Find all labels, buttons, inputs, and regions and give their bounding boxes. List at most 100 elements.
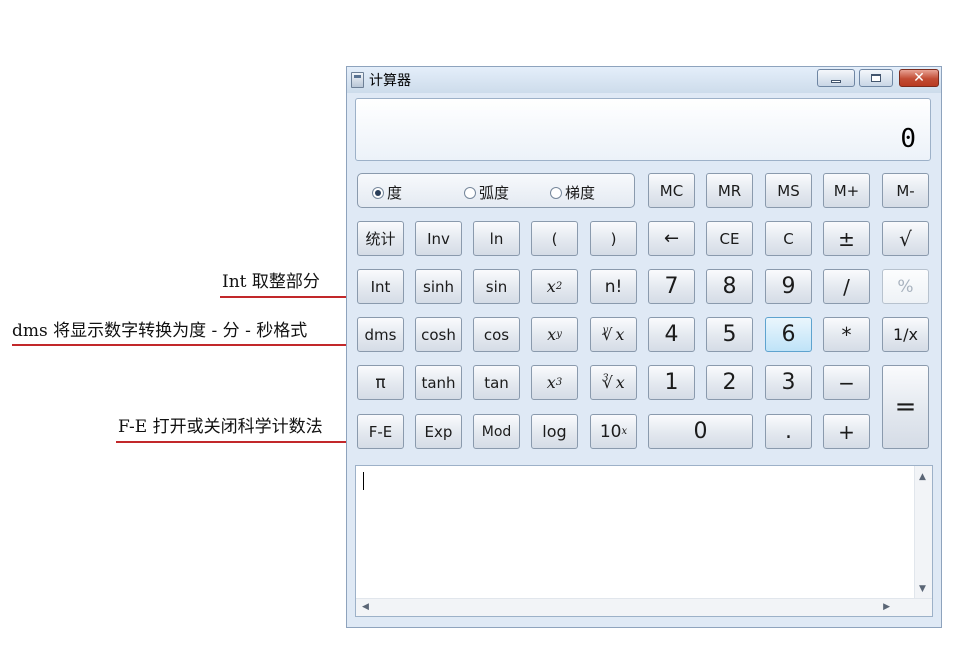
close-button[interactable]: ✕ xyxy=(899,69,939,87)
right-paren-button[interactable]: ) xyxy=(590,221,637,256)
backspace-button[interactable]: ← xyxy=(648,221,695,256)
x-power-y-exponent: y xyxy=(556,329,562,340)
mod-button[interactable]: Mod xyxy=(473,414,520,449)
cube-root-button[interactable]: 3 √ x xyxy=(590,365,637,400)
radio-radians-label: 弧度 xyxy=(479,184,510,202)
inv-button[interactable]: Inv xyxy=(415,221,462,256)
digit-3-button[interactable]: 3 xyxy=(765,365,812,400)
digit-2-button[interactable]: 2 xyxy=(706,365,753,400)
divide-button[interactable]: / xyxy=(823,269,870,304)
square-root-button[interactable]: √ xyxy=(882,221,929,256)
clear-entry-button[interactable]: CE xyxy=(706,221,753,256)
ten-power-exponent: x xyxy=(621,426,628,437)
radio-radians[interactable]: 弧度 xyxy=(464,182,509,203)
factorial-button[interactable]: n! xyxy=(590,269,637,304)
x-power-y-button[interactable]: xy xyxy=(531,317,578,352)
fe-button[interactable]: F-E xyxy=(357,414,404,449)
digit-4-button[interactable]: 4 xyxy=(648,317,695,352)
radio-degrees-label: 度 xyxy=(387,184,403,202)
y-root-x-button[interactable]: y √ x xyxy=(590,317,637,352)
mr-button[interactable]: MR xyxy=(706,173,753,208)
radio-degrees[interactable]: 度 xyxy=(372,182,402,203)
radio-gradians-label: 梯度 xyxy=(565,184,596,202)
scroll-left-arrow-icon[interactable]: ◀ xyxy=(362,602,369,612)
pi-button[interactable]: π xyxy=(357,365,404,400)
y-root-radicand: x xyxy=(615,325,625,344)
text-caret xyxy=(363,472,364,490)
vertical-scrollbar[interactable]: ▲ ▼ xyxy=(914,466,932,600)
radio-unselected-icon xyxy=(550,186,562,199)
sin-button[interactable]: sin xyxy=(473,269,520,304)
scroll-up-arrow-icon[interactable]: ▲ xyxy=(919,472,926,482)
ms-button[interactable]: MS xyxy=(765,173,812,208)
x-squared-base: x xyxy=(546,277,556,296)
x-power-y-base: x xyxy=(547,325,557,344)
plus-minus-button[interactable]: ± xyxy=(823,221,870,256)
ten-power-base: 10 xyxy=(599,421,622,442)
ln-button[interactable]: ln xyxy=(473,221,520,256)
add-button[interactable]: + xyxy=(823,414,870,449)
angle-mode-group: 度 弧度 梯度 xyxy=(357,173,635,208)
multiply-button[interactable]: * xyxy=(823,317,870,352)
digit-1-button[interactable]: 1 xyxy=(648,365,695,400)
x-squared-button[interactable]: x2 xyxy=(531,269,578,304)
minimize-button[interactable] xyxy=(817,69,855,87)
statistics-button[interactable]: 统计 xyxy=(357,221,404,256)
calculator-app-icon xyxy=(351,72,364,88)
sinh-button[interactable]: sinh xyxy=(415,269,462,304)
x-squared-exponent: 2 xyxy=(555,281,563,292)
subtract-button[interactable]: − xyxy=(823,365,870,400)
dms-button[interactable]: dms xyxy=(357,317,404,352)
radio-selected-icon xyxy=(372,186,384,199)
scroll-right-arrow-icon[interactable]: ▶ xyxy=(883,602,890,612)
annotation-fe: F-E 打开或关闭科学计数法 xyxy=(118,417,323,437)
display-value: 0 xyxy=(900,124,916,154)
close-icon: ✕ xyxy=(913,70,925,86)
clear-button[interactable]: C xyxy=(765,221,812,256)
reciprocal-button[interactable]: 1/x xyxy=(882,317,929,352)
log-button[interactable]: log xyxy=(531,414,578,449)
horizontal-scrollbar[interactable]: ◀ ▶ xyxy=(356,598,932,616)
mc-button[interactable]: MC xyxy=(648,173,695,208)
left-paren-button[interactable]: ( xyxy=(531,221,578,256)
m-minus-button[interactable]: M- xyxy=(882,173,929,208)
equals-button[interactable]: = xyxy=(882,365,929,449)
annotation-dms: dms 将显示数字转换为度 - 分 - 秒格式 xyxy=(12,321,308,341)
x-cubed-button[interactable]: x3 xyxy=(531,365,578,400)
digit-8-button[interactable]: 8 xyxy=(706,269,753,304)
scroll-down-arrow-icon[interactable]: ▼ xyxy=(919,584,926,594)
int-button[interactable]: Int xyxy=(357,269,404,304)
maximize-icon xyxy=(871,74,881,82)
ten-power-x-button[interactable]: 10 x xyxy=(590,414,637,449)
maximize-button[interactable] xyxy=(859,69,893,87)
digit-6-button[interactable]: 6 xyxy=(765,317,812,352)
cube-root-index: 3 xyxy=(602,373,609,384)
annotation-int: Int 取整部分 xyxy=(222,272,320,292)
x-cubed-exponent: 3 xyxy=(555,377,563,388)
digit-0-button[interactable]: 0 xyxy=(648,414,753,449)
y-root-index: y xyxy=(602,325,609,336)
cube-root-radicand: x xyxy=(615,373,625,392)
digit-7-button[interactable]: 7 xyxy=(648,269,695,304)
digit-5-button[interactable]: 5 xyxy=(706,317,753,352)
cosh-button[interactable]: cosh xyxy=(415,317,462,352)
window-title: 计算器 xyxy=(369,73,411,89)
result-display: 0 xyxy=(355,98,931,161)
decimal-point-button[interactable]: . xyxy=(765,414,812,449)
radio-unselected-icon xyxy=(464,186,476,199)
percent-button[interactable]: % xyxy=(882,269,929,304)
minimize-icon xyxy=(831,80,841,83)
tanh-button[interactable]: tanh xyxy=(415,365,462,400)
m-plus-button[interactable]: M+ xyxy=(823,173,870,208)
cos-button[interactable]: cos xyxy=(473,317,520,352)
title-bar[interactable]: 计算器 ✕ xyxy=(347,67,941,93)
radio-gradians[interactable]: 梯度 xyxy=(550,182,595,203)
annotation-dms-underline xyxy=(12,344,360,346)
calculator-window: 计算器 ✕ 0 度 弧度 梯度 MC MR MS M+ M- 统计 Inv ln… xyxy=(346,66,942,628)
history-pane[interactable]: ▲ ▼ ◀ ▶ xyxy=(355,465,933,617)
x-cubed-base: x xyxy=(546,373,556,392)
exp-button[interactable]: Exp xyxy=(415,414,462,449)
digit-9-button[interactable]: 9 xyxy=(765,269,812,304)
annotation-fe-underline xyxy=(116,441,364,443)
tan-button[interactable]: tan xyxy=(473,365,520,400)
